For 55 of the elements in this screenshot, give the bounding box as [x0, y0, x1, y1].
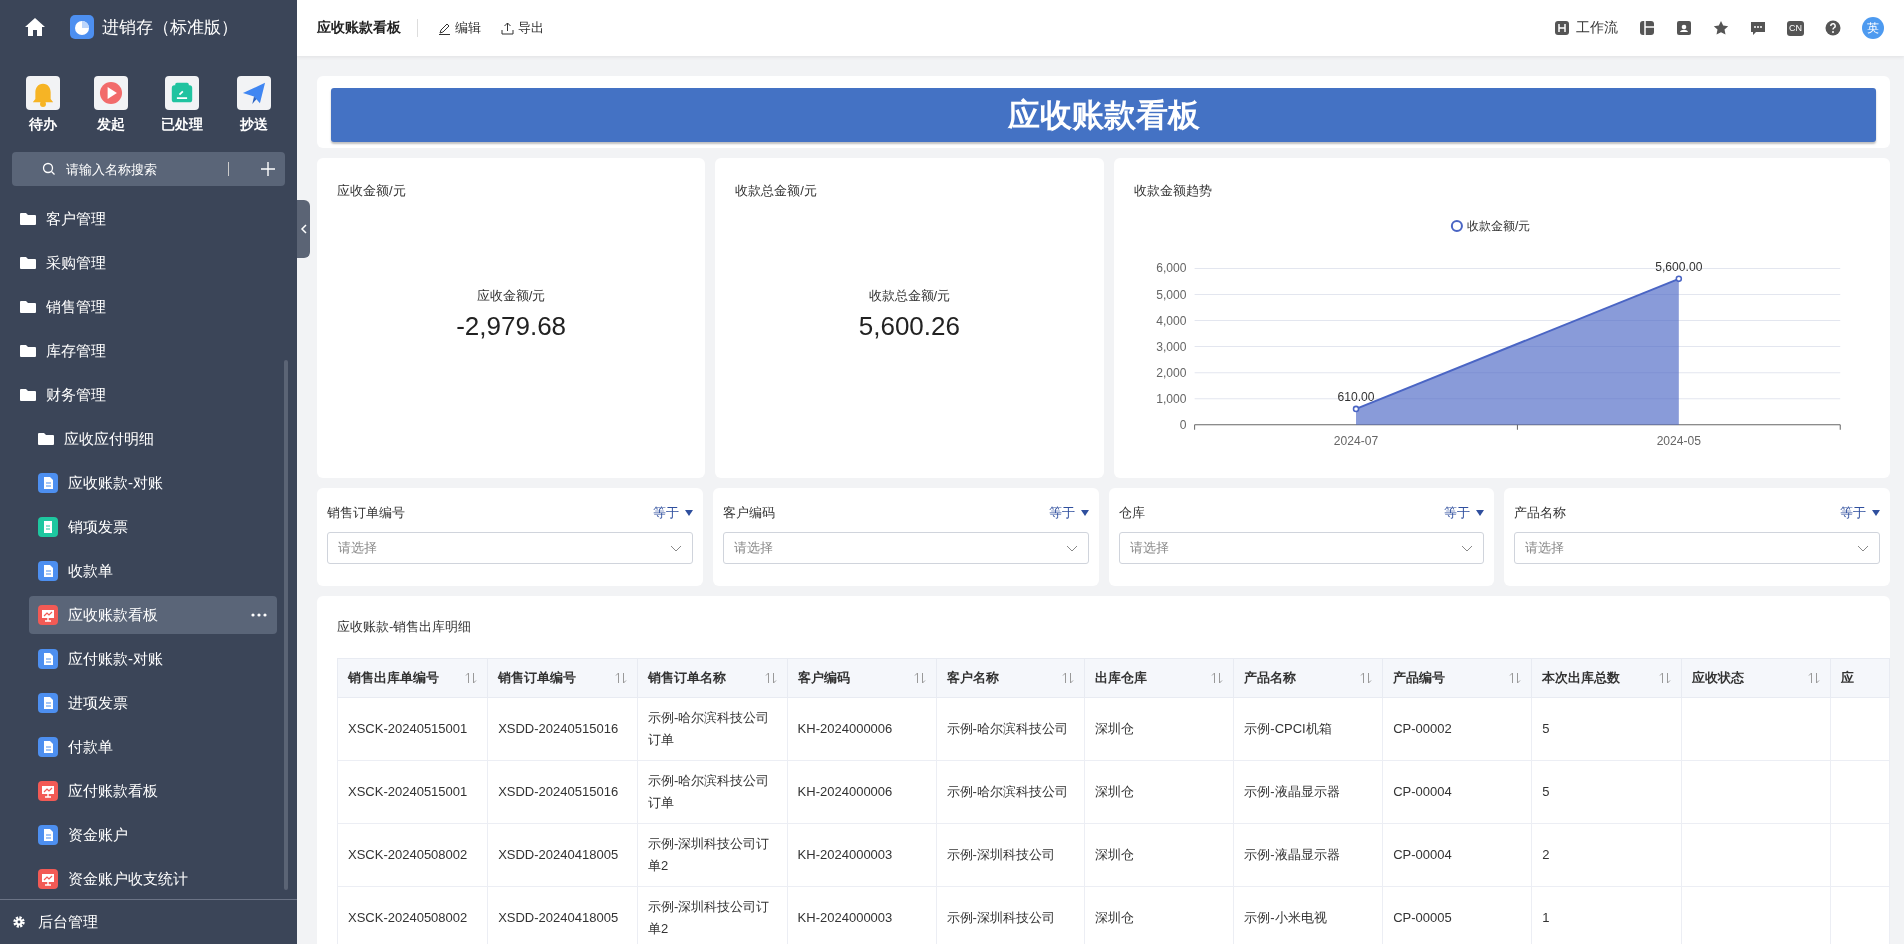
page-title: 应收账款看板	[317, 19, 418, 37]
table-cell: XSDD-20240515016	[487, 760, 638, 824]
filter-label: 客户编码	[722, 504, 775, 522]
metric-value: 5,600.26	[858, 310, 960, 342]
table-cell: XSCK-20240508002	[337, 886, 488, 944]
dashboard-banner: 应收账款看板	[331, 88, 1876, 142]
table-cell: CP-00004	[1382, 760, 1532, 824]
metric-value: -2,979.68	[456, 310, 567, 342]
table-cell: CP-00004	[1382, 823, 1532, 887]
card-title: 应收金额/元	[336, 182, 407, 200]
y-tick-label: 1,000	[1155, 391, 1187, 406]
filter-label: 销售订单编号	[327, 504, 405, 522]
y-tick-label: 4,000	[1155, 313, 1187, 328]
filter-label: 产品名称	[1514, 504, 1567, 522]
table-title: 应收账款-销售出库明细	[337, 618, 473, 636]
card-title: 收款总金额/元	[734, 182, 818, 200]
table-cell: 示例-液晶显示器	[1233, 760, 1383, 824]
table-cell: 示例-深圳科技公司订单2	[637, 823, 788, 887]
table-cell: XSDD-20240515016	[487, 697, 638, 761]
table-cell: 示例-哈尔滨科技公司订单	[637, 697, 788, 761]
app-title: 进销存（标准版）	[102, 16, 238, 39]
table-cell: 示例-液晶显示器	[1233, 823, 1383, 887]
table-cell: 2	[1531, 823, 1682, 887]
table-cell: CP-00002	[1382, 697, 1532, 761]
table-cell: KH-2024000006	[787, 697, 936, 761]
card-title: 收款金额趋势	[1132, 182, 1213, 200]
table-cell: 深圳仓	[1084, 760, 1234, 824]
table-cell: 示例-哈尔滨科技公司	[936, 697, 1085, 761]
y-tick-label: 6,000	[1155, 261, 1187, 276]
table-cell: XSCK-20240515001	[337, 697, 488, 761]
x-tick-label: 2024-07	[1333, 433, 1378, 448]
y-tick-label: 5,000	[1155, 287, 1187, 302]
table-cell: KH-2024000006	[787, 760, 936, 824]
table-cell: XSCK-20240515001	[337, 760, 488, 824]
table-cell: 5	[1531, 760, 1682, 824]
legend-label: 收款金额/元	[1466, 219, 1530, 234]
x-tick-label: 2024-05	[1656, 433, 1701, 448]
table-cell: 5	[1531, 697, 1682, 761]
table-cell: 示例-深圳科技公司	[936, 823, 1085, 887]
data-label: 5,600.00	[1654, 259, 1702, 274]
data-label: 610.00	[1337, 389, 1374, 404]
filter-label: 仓库	[1118, 504, 1145, 522]
y-tick-label: 3,000	[1155, 339, 1187, 354]
table-cell: 深圳仓	[1084, 697, 1234, 761]
table-cell: 示例-CPCI机箱	[1233, 697, 1383, 761]
y-tick-label: 2,000	[1155, 365, 1187, 380]
metric-label: 应收金额/元	[476, 286, 546, 305]
metric-label: 收款总金额/元	[868, 286, 951, 305]
table-cell: 示例-哈尔滨科技公司订单	[637, 760, 788, 824]
table-cell: XSDD-20240418005	[487, 823, 638, 887]
y-tick-label: 0	[1179, 417, 1187, 432]
table-cell: 示例-哈尔滨科技公司	[936, 760, 1085, 824]
table-cell: 深圳仓	[1084, 823, 1234, 887]
table-cell: XSCK-20240508002	[337, 823, 488, 887]
table-cell: KH-2024000003	[787, 823, 936, 887]
